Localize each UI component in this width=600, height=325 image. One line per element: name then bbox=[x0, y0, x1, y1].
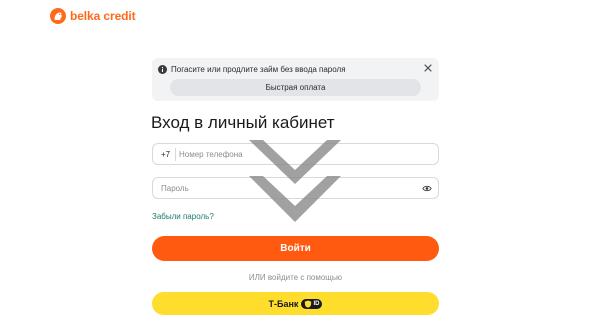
tbank-label: Т-Банк bbox=[268, 298, 299, 309]
info-icon bbox=[158, 65, 167, 74]
squirrel-icon bbox=[50, 8, 66, 24]
forgot-password-link[interactable]: Забыли пароль? bbox=[152, 211, 214, 222]
quick-pay-notice: Погасите или продлите займ без ввода пар… bbox=[152, 58, 439, 101]
notice-text: Погасите или продлите займ без ввода пар… bbox=[171, 65, 346, 74]
tbank-login-button[interactable]: Т-Банк ID bbox=[152, 292, 439, 315]
page-title: Вход в личный кабинет bbox=[151, 113, 335, 132]
login-page: belka credit Погасите или продлите займ … bbox=[0, 0, 600, 325]
phone-field[interactable]: +7 bbox=[152, 143, 439, 165]
password-field[interactable] bbox=[152, 177, 439, 199]
logo-text: belka credit bbox=[70, 9, 136, 23]
brand-logo[interactable]: belka credit bbox=[50, 6, 136, 26]
quick-pay-button[interactable]: Быстрая оплата bbox=[170, 79, 421, 96]
login-button[interactable]: Войти bbox=[152, 236, 439, 261]
password-input[interactable] bbox=[161, 181, 411, 196]
phone-country-code: +7 bbox=[161, 150, 171, 159]
eye-icon[interactable] bbox=[422, 184, 432, 193]
alt-login-divider: ИЛИ войдите с помощью bbox=[248, 273, 343, 282]
phone-prefix-divider bbox=[175, 148, 176, 161]
tbank-id-badge: ID bbox=[301, 298, 323, 309]
close-icon[interactable] bbox=[423, 63, 433, 73]
tbank-shield-icon bbox=[305, 300, 312, 308]
phone-input[interactable] bbox=[179, 147, 399, 162]
tbank-id-text: ID bbox=[313, 300, 320, 307]
